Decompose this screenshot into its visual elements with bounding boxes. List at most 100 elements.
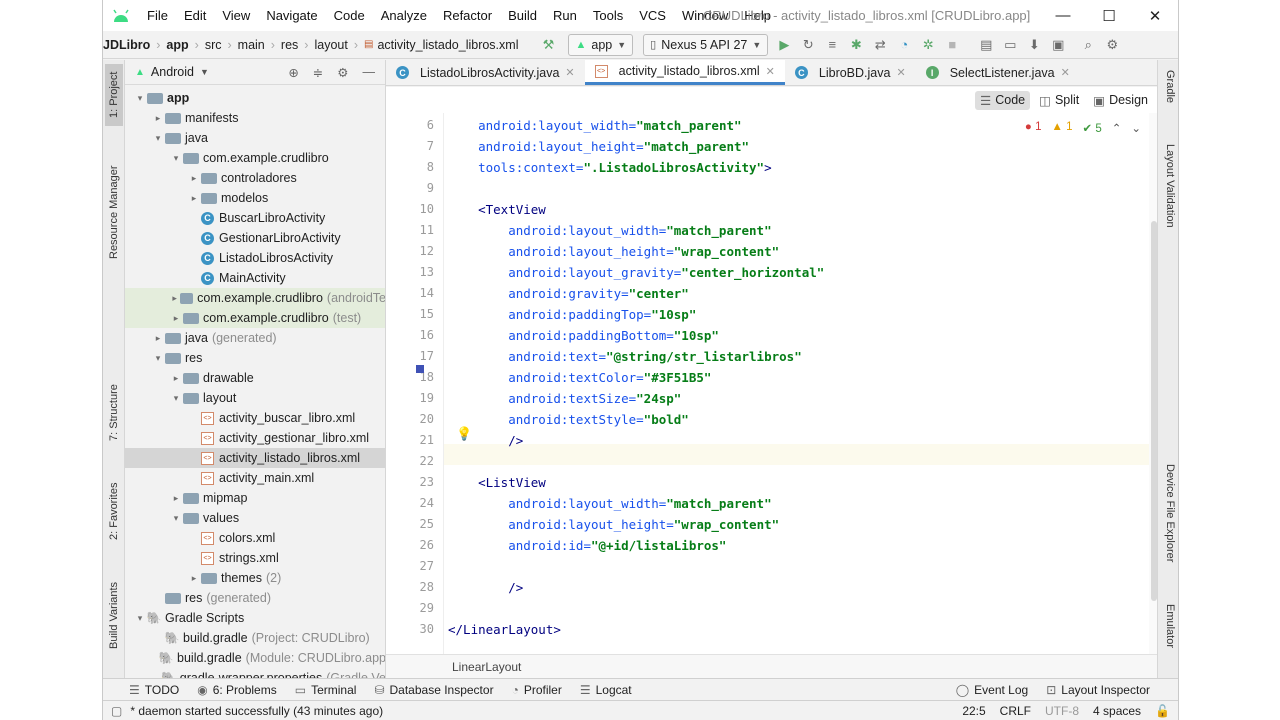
- search-icon[interactable]: ⌕: [1076, 34, 1100, 56]
- tree-row[interactable]: ▸ mipmap: [125, 488, 385, 508]
- menu-item-tools[interactable]: Tools: [585, 8, 631, 23]
- chevron-up-icon[interactable]: ⌃: [1112, 121, 1122, 135]
- toolwindow-event-log[interactable]: ◯ Event Log: [956, 683, 1028, 697]
- tree-row[interactable]: 🐘 build.gradle (Project: CRUDLibro): [125, 628, 385, 648]
- menu-item-edit[interactable]: Edit: [176, 8, 214, 23]
- profile-icon[interactable]: ◔: [892, 34, 916, 56]
- code-line[interactable]: />: [448, 577, 523, 598]
- tree-row[interactable]: res (generated): [125, 588, 385, 608]
- indent-setting[interactable]: 4 spaces: [1093, 704, 1141, 718]
- tab-layout-validation[interactable]: Layout Validation: [1158, 144, 1176, 254]
- toolwindow-layout-inspector[interactable]: ⊡ Layout Inspector: [1046, 683, 1150, 697]
- color-swatch-icon[interactable]: [416, 365, 424, 373]
- tree-row[interactable]: C MainActivity: [125, 268, 385, 288]
- menu-item-vcs[interactable]: VCS: [631, 8, 674, 23]
- tree-row[interactable]: ▸ com.example.crudlibro (test): [125, 308, 385, 328]
- tree-row[interactable]: <> activity_main.xml: [125, 468, 385, 488]
- tree-row[interactable]: ▾ app: [125, 88, 385, 108]
- collapsed-arrow-icon[interactable]: ▸: [169, 293, 180, 304]
- menu-item-view[interactable]: View: [214, 8, 258, 23]
- tree-row[interactable]: <> activity_buscar_libro.xml: [125, 408, 385, 428]
- code-mode-button[interactable]: ☰ Code: [975, 90, 1031, 110]
- lightbulb-icon[interactable]: 💡: [456, 426, 472, 442]
- tree-row[interactable]: ▾ java: [125, 128, 385, 148]
- attach-debugger-icon[interactable]: ⇄: [868, 34, 892, 56]
- tab-project[interactable]: 1: Project: [105, 64, 123, 126]
- expanded-arrow-icon[interactable]: ▾: [169, 153, 183, 164]
- tree-row[interactable]: ▸ manifests: [125, 108, 385, 128]
- maximize-button[interactable]: ☐: [1086, 7, 1132, 25]
- close-button[interactable]: ✕: [1132, 7, 1178, 25]
- debug-icon[interactable]: ✱: [844, 34, 868, 56]
- locate-icon[interactable]: ⊕: [288, 65, 298, 80]
- collapsed-arrow-icon[interactable]: ▸: [169, 373, 183, 384]
- expanded-arrow-icon[interactable]: ▾: [151, 133, 165, 144]
- code-line[interactable]: tools:context=".ListadoLibrosActivity">: [448, 157, 772, 178]
- toolwindow-profiler[interactable]: ◔ Profiler: [512, 683, 562, 697]
- rerun-icon[interactable]: ↻: [796, 34, 820, 56]
- code-line[interactable]: </LinearLayout>: [448, 619, 561, 640]
- tree-row[interactable]: 🐘 build.gradle (Module: CRUDLibro.app: [125, 648, 385, 668]
- expanded-arrow-icon[interactable]: ▾: [169, 393, 183, 404]
- code-line[interactable]: android:layout_width="match_parent": [448, 220, 771, 241]
- stop-icon[interactable]: ■: [940, 34, 964, 56]
- menu-item-file[interactable]: File: [139, 8, 176, 23]
- attach-process-icon[interactable]: ✲: [916, 34, 940, 56]
- caret-position[interactable]: 22:5: [962, 704, 985, 718]
- gear-icon[interactable]: ⚙: [337, 65, 348, 80]
- close-tab-icon[interactable]: ✕: [766, 65, 775, 78]
- tab-resource-manager[interactable]: Resource Manager: [105, 156, 123, 268]
- inspection-widget[interactable]: ● 1 ▲ 1 ✔ 5 ⌃ ⌄: [1025, 121, 1141, 135]
- collapsed-arrow-icon[interactable]: ▸: [187, 573, 201, 584]
- menu-item-analyze[interactable]: Analyze: [373, 8, 435, 23]
- menu-item-refactor[interactable]: Refactor: [435, 8, 500, 23]
- collapsed-arrow-icon[interactable]: ▸: [169, 313, 183, 324]
- tree-row[interactable]: ▸ drawable: [125, 368, 385, 388]
- split-mode-button[interactable]: ◫ Split: [1034, 91, 1084, 110]
- code-line[interactable]: android:layout_height="wrap_content": [448, 514, 779, 535]
- tree-row[interactable]: <> colors.xml: [125, 528, 385, 548]
- tree-row[interactable]: C ListadoLibrosActivity: [125, 248, 385, 268]
- tree-row[interactable]: ▸ com.example.crudlibro (androidTe: [125, 288, 385, 308]
- project-view-select[interactable]: Android: [151, 65, 194, 79]
- code-line[interactable]: android:layout_gravity="center_horizonta…: [448, 262, 824, 283]
- tab-structure[interactable]: 7: Structure: [105, 382, 123, 444]
- tree-row[interactable]: ▾ values: [125, 508, 385, 528]
- expanded-arrow-icon[interactable]: ▾: [169, 513, 183, 524]
- tree-row[interactable]: <> strings.xml: [125, 548, 385, 568]
- breadcrumb-item[interactable]: app: [166, 38, 188, 52]
- tree-row[interactable]: <> activity_listado_libros.xml: [125, 448, 385, 468]
- tab-build-variants[interactable]: Build Variants: [105, 578, 123, 652]
- tab-gradle[interactable]: Gradle: [1158, 70, 1176, 120]
- code-line[interactable]: android:id="@+id/listaLibros": [448, 535, 726, 556]
- code-line[interactable]: android:text="@string/str_listarlibros": [448, 346, 802, 367]
- toolwindow-terminal[interactable]: ▭ Terminal: [295, 683, 357, 697]
- tab-emulator[interactable]: Emulator: [1158, 604, 1176, 668]
- tree-row[interactable]: <> activity_gestionar_libro.xml: [125, 428, 385, 448]
- tree-row[interactable]: C BuscarLibroActivity: [125, 208, 385, 228]
- tree-row[interactable]: ▾ res: [125, 348, 385, 368]
- collapsed-arrow-icon[interactable]: ▸: [169, 493, 183, 504]
- collapse-icon[interactable]: ≑: [313, 65, 323, 80]
- expanded-arrow-icon[interactable]: ▾: [151, 353, 165, 364]
- line-separator[interactable]: CRLF: [1000, 704, 1031, 718]
- tree-row[interactable]: ▸ controladores: [125, 168, 385, 188]
- editor-breadcrumb-item[interactable]: LinearLayout: [452, 660, 521, 674]
- code-line[interactable]: android:layout_width="match_parent": [448, 493, 771, 514]
- device-manager-icon[interactable]: ▣: [1046, 34, 1070, 56]
- tab-librobd-java[interactable]: C LibroBD.java ✕: [785, 60, 916, 85]
- toolwindow-database-inspector[interactable]: ⛁ Database Inspector: [374, 683, 493, 697]
- code-line[interactable]: android:textStyle="bold": [448, 409, 689, 430]
- code-line[interactable]: android:paddingBottom="10sp": [448, 325, 719, 346]
- collapsed-arrow-icon[interactable]: ▸: [187, 173, 201, 184]
- tree-row[interactable]: 🐘 gradle-wrapper.properties (Gradle Ve: [125, 668, 385, 678]
- avd-manager-icon[interactable]: ▭: [998, 34, 1022, 56]
- code-line[interactable]: android:textColor="#3F51B5": [448, 367, 711, 388]
- collapsed-arrow-icon[interactable]: ▸: [187, 193, 201, 204]
- toolwindow-todo[interactable]: ☰ TODO: [129, 683, 179, 697]
- sdk-manager-icon[interactable]: ⬇: [1022, 34, 1046, 56]
- tab-device-file-explorer[interactable]: Device File Explorer: [1158, 464, 1176, 582]
- hide-icon[interactable]: —: [363, 65, 376, 80]
- status-toggle-icon[interactable]: ▢: [111, 704, 122, 718]
- toolwindow-logcat[interactable]: ☰ Logcat: [580, 683, 632, 697]
